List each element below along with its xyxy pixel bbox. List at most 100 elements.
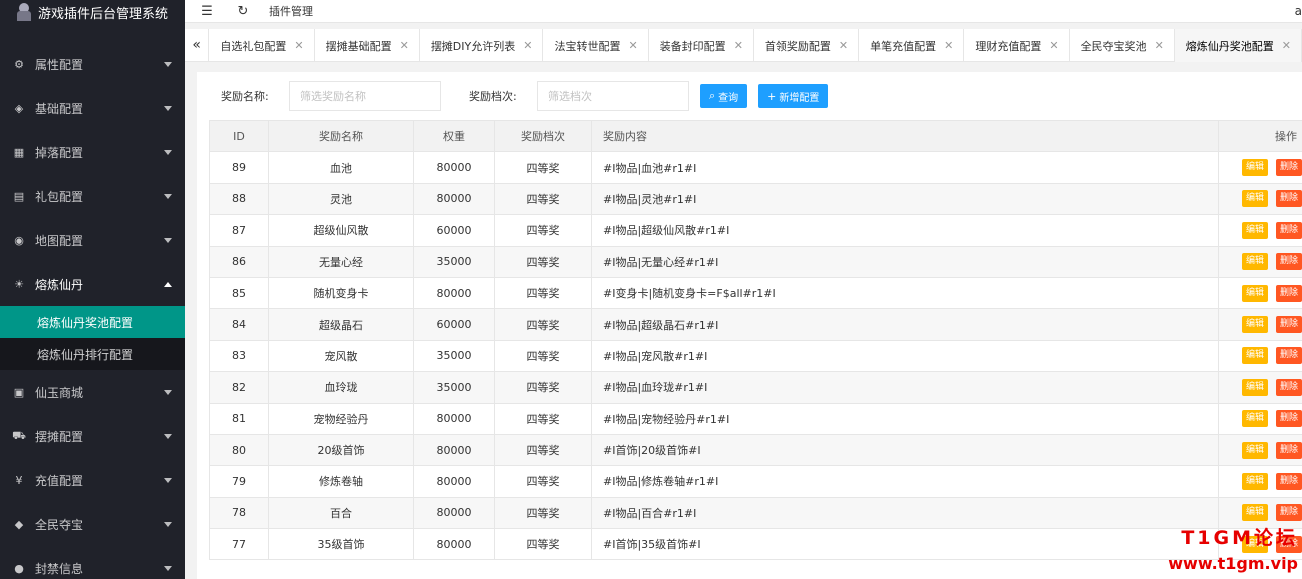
- sidebar-item-recharge[interactable]: ¥ 充值配置: [0, 458, 185, 502]
- delete-button[interactable]: 删除: [1276, 190, 1302, 208]
- close-icon[interactable]: ✕: [1155, 39, 1164, 52]
- close-icon[interactable]: ✕: [839, 39, 848, 52]
- tab-boss-reward[interactable]: 首领奖励配置 ✕: [754, 29, 860, 62]
- table-row[interactable]: 77 35级首饰 80000 四等奖 #I首饰|35级首饰#I 编辑 删除: [209, 528, 1302, 561]
- edit-button[interactable]: 编辑: [1242, 159, 1269, 177]
- table-row[interactable]: 84 超级晶石 60000 四等奖 #I物品|超级晶石#r1#I 编辑 删除: [209, 308, 1302, 341]
- col-header-weight[interactable]: 权重: [413, 119, 495, 153]
- top-header: ☰ ↻ 插件管理 a: [185, 0, 1302, 23]
- col-header-id[interactable]: ID: [209, 119, 269, 153]
- table-row[interactable]: 89 血池 80000 四等奖 #I物品|血池#r1#I 编辑 删除: [209, 151, 1302, 184]
- sidebar-item-stall[interactable]: ⛟ 摆摊配置: [0, 414, 185, 458]
- edit-button[interactable]: 编辑: [1242, 316, 1269, 334]
- delete-button[interactable]: 删除: [1276, 472, 1302, 490]
- sidebar-item-drops[interactable]: ▦ 掉落配置: [0, 130, 185, 174]
- tab-fabao[interactable]: 法宝转世配置 ✕: [543, 29, 649, 62]
- col-header-name[interactable]: 奖励名称: [268, 119, 414, 153]
- sidebar-item-map[interactable]: ◉ 地图配置: [0, 218, 185, 262]
- edit-button[interactable]: 编辑: [1242, 378, 1269, 396]
- breadcrumb[interactable]: 插件管理: [269, 3, 313, 19]
- sidebar-item-label: 地图配置: [35, 233, 84, 248]
- cell-name: 血池: [268, 151, 414, 184]
- delete-button[interactable]: 删除: [1276, 221, 1302, 239]
- table-row[interactable]: 83 宠风散 35000 四等奖 #I物品|宠风散#r1#I 编辑 删除: [209, 339, 1302, 373]
- edit-button[interactable]: 编辑: [1242, 472, 1269, 490]
- edit-button[interactable]: 编辑: [1242, 190, 1269, 208]
- app-logo[interactable]: 游戏插件后台管理系统: [0, 0, 185, 24]
- query-button[interactable]: ⌕ 查询: [700, 84, 748, 108]
- delete-button[interactable]: 删除: [1276, 159, 1302, 177]
- delete-button[interactable]: 删除: [1276, 316, 1302, 334]
- tab-stall-basic[interactable]: 摆摊基础配置 ✕: [315, 29, 420, 62]
- close-icon[interactable]: ✕: [628, 39, 637, 52]
- edit-button[interactable]: 编辑: [1242, 284, 1269, 302]
- col-header-tier[interactable]: 奖励档次: [494, 119, 592, 153]
- cell-tier: 四等奖: [494, 151, 592, 184]
- table-row[interactable]: 81 宠物经验丹 80000 四等奖 #I物品|宠物经验丹#r1#I 编辑 删除: [209, 402, 1302, 435]
- table-row[interactable]: 88 灵池 80000 四等奖 #I物品|灵池#r1#I 编辑 删除: [209, 182, 1302, 216]
- close-icon[interactable]: ✕: [1049, 39, 1058, 52]
- tab-single-recharge[interactable]: 单笔充值配置 ✕: [859, 29, 965, 62]
- edit-button[interactable]: 编辑: [1242, 347, 1269, 365]
- sidebar-subitem-rank-config[interactable]: 熔炼仙丹排行配置: [0, 338, 185, 370]
- name-filter-label: 奖励名称:: [221, 90, 269, 103]
- sidebar-item-attributes[interactable]: ⚙ 属性配置: [0, 42, 185, 86]
- tabs-scroll-left-icon[interactable]: «: [185, 29, 210, 61]
- cell-content: #I首饰|35级首饰#I: [591, 528, 1219, 561]
- table-row[interactable]: 86 无量心经 35000 四等奖 #I物品|无量心经#r1#I 编辑 删除: [209, 245, 1302, 278]
- delete-button[interactable]: 删除: [1276, 441, 1302, 459]
- sidebar-item-ban-info[interactable]: ● 封禁信息: [0, 546, 185, 579]
- close-icon[interactable]: ✕: [400, 39, 409, 52]
- table-row[interactable]: 82 血玲珑 35000 四等奖 #I物品|血玲珑#r1#I 编辑 删除: [209, 371, 1302, 404]
- cell-actions: 编辑 删除: [1218, 276, 1302, 310]
- delete-button[interactable]: 删除: [1276, 284, 1302, 302]
- delete-button[interactable]: 删除: [1276, 378, 1302, 396]
- edit-button[interactable]: 编辑: [1242, 504, 1269, 522]
- sidebar-item-smelting[interactable]: ☀ 熔炼仙丹: [0, 262, 185, 306]
- table-row[interactable]: 79 修炼卷轴 80000 四等奖 #I物品|修炼卷轴#r1#I 编辑 删除: [209, 465, 1302, 498]
- sidebar-item-jade-mall[interactable]: ▣ 仙玉商城: [0, 370, 185, 414]
- delete-button[interactable]: 删除: [1276, 347, 1302, 365]
- delete-button[interactable]: 删除: [1276, 253, 1302, 271]
- menu-toggle-icon[interactable]: ☰: [199, 3, 215, 19]
- delete-button[interactable]: 删除: [1276, 410, 1302, 428]
- user-menu[interactable]: a: [1295, 4, 1302, 18]
- table-row[interactable]: 85 随机变身卡 80000 四等奖 #I变身卡|随机变身卡=F$all#r1#I 编辑删…: [209, 276, 1302, 310]
- table-row[interactable]: 80 20级首饰 80000 四等奖 #I首饰|20级首饰#I 编辑 删除: [209, 433, 1302, 467]
- sidebar-item-treasure[interactable]: ◆ 全民夺宝: [0, 502, 185, 546]
- delete-button[interactable]: 删除: [1276, 504, 1302, 522]
- cell-id: 86: [209, 245, 269, 278]
- cell-actions: 编辑 删除: [1218, 214, 1302, 247]
- name-filter-input[interactable]: [289, 81, 441, 111]
- tab-gift-select[interactable]: 自选礼包配置 ✕: [209, 29, 315, 62]
- tab-equip-seal[interactable]: 装备封印配置 ✕: [649, 29, 754, 62]
- cell-actions: 编辑 删除: [1218, 465, 1302, 498]
- cell-weight: 80000: [413, 402, 495, 435]
- tab-smelting-pool[interactable]: 熔炼仙丹奖池配置 ✕: [1174, 29, 1302, 62]
- sidebar-item-giftpack[interactable]: ▤ 礼包配置: [0, 174, 185, 218]
- edit-button[interactable]: 编辑: [1242, 410, 1269, 428]
- tab-stall-diy[interactable]: 摆摊DIY允许列表 ✕: [420, 29, 544, 62]
- edit-button[interactable]: 编辑: [1242, 221, 1269, 239]
- cell-actions: 编辑 删除: [1218, 245, 1302, 278]
- close-icon[interactable]: ✕: [1282, 39, 1291, 52]
- cell-actions: 编辑 删除: [1218, 151, 1302, 184]
- close-icon[interactable]: ✕: [523, 39, 532, 52]
- sidebar-subitem-pool-config[interactable]: 熔炼仙丹奖池配置: [0, 306, 185, 338]
- table-row[interactable]: 87 超级仙风散 60000 四等奖 #I物品|超级仙风散#r1#I 编辑 删除: [209, 214, 1302, 247]
- refresh-icon[interactable]: ↻: [235, 3, 251, 19]
- table-row[interactable]: 78 百合 80000 四等奖 #I物品|百合#r1#I 编辑 删除: [209, 496, 1302, 530]
- tab-treasure-pool[interactable]: 全民夺宝奖池 ✕: [1070, 29, 1175, 62]
- cell-tier: 四等奖: [494, 371, 592, 404]
- edit-button[interactable]: 编辑: [1242, 253, 1269, 271]
- edit-button[interactable]: 编辑: [1242, 441, 1269, 459]
- sidebar-item-basic[interactable]: ◈ 基础配置: [0, 86, 185, 130]
- tab-finance-recharge[interactable]: 理财充值配置 ✕: [964, 29, 1070, 62]
- close-icon[interactable]: ✕: [734, 39, 743, 52]
- close-icon[interactable]: ✕: [944, 39, 953, 52]
- tier-filter-input[interactable]: [537, 81, 689, 111]
- chevron-down-icon: [164, 194, 172, 199]
- col-header-content[interactable]: 奖励内容: [591, 119, 1219, 153]
- add-config-button[interactable]: + 新增配置: [758, 84, 829, 108]
- close-icon[interactable]: ✕: [294, 39, 303, 52]
